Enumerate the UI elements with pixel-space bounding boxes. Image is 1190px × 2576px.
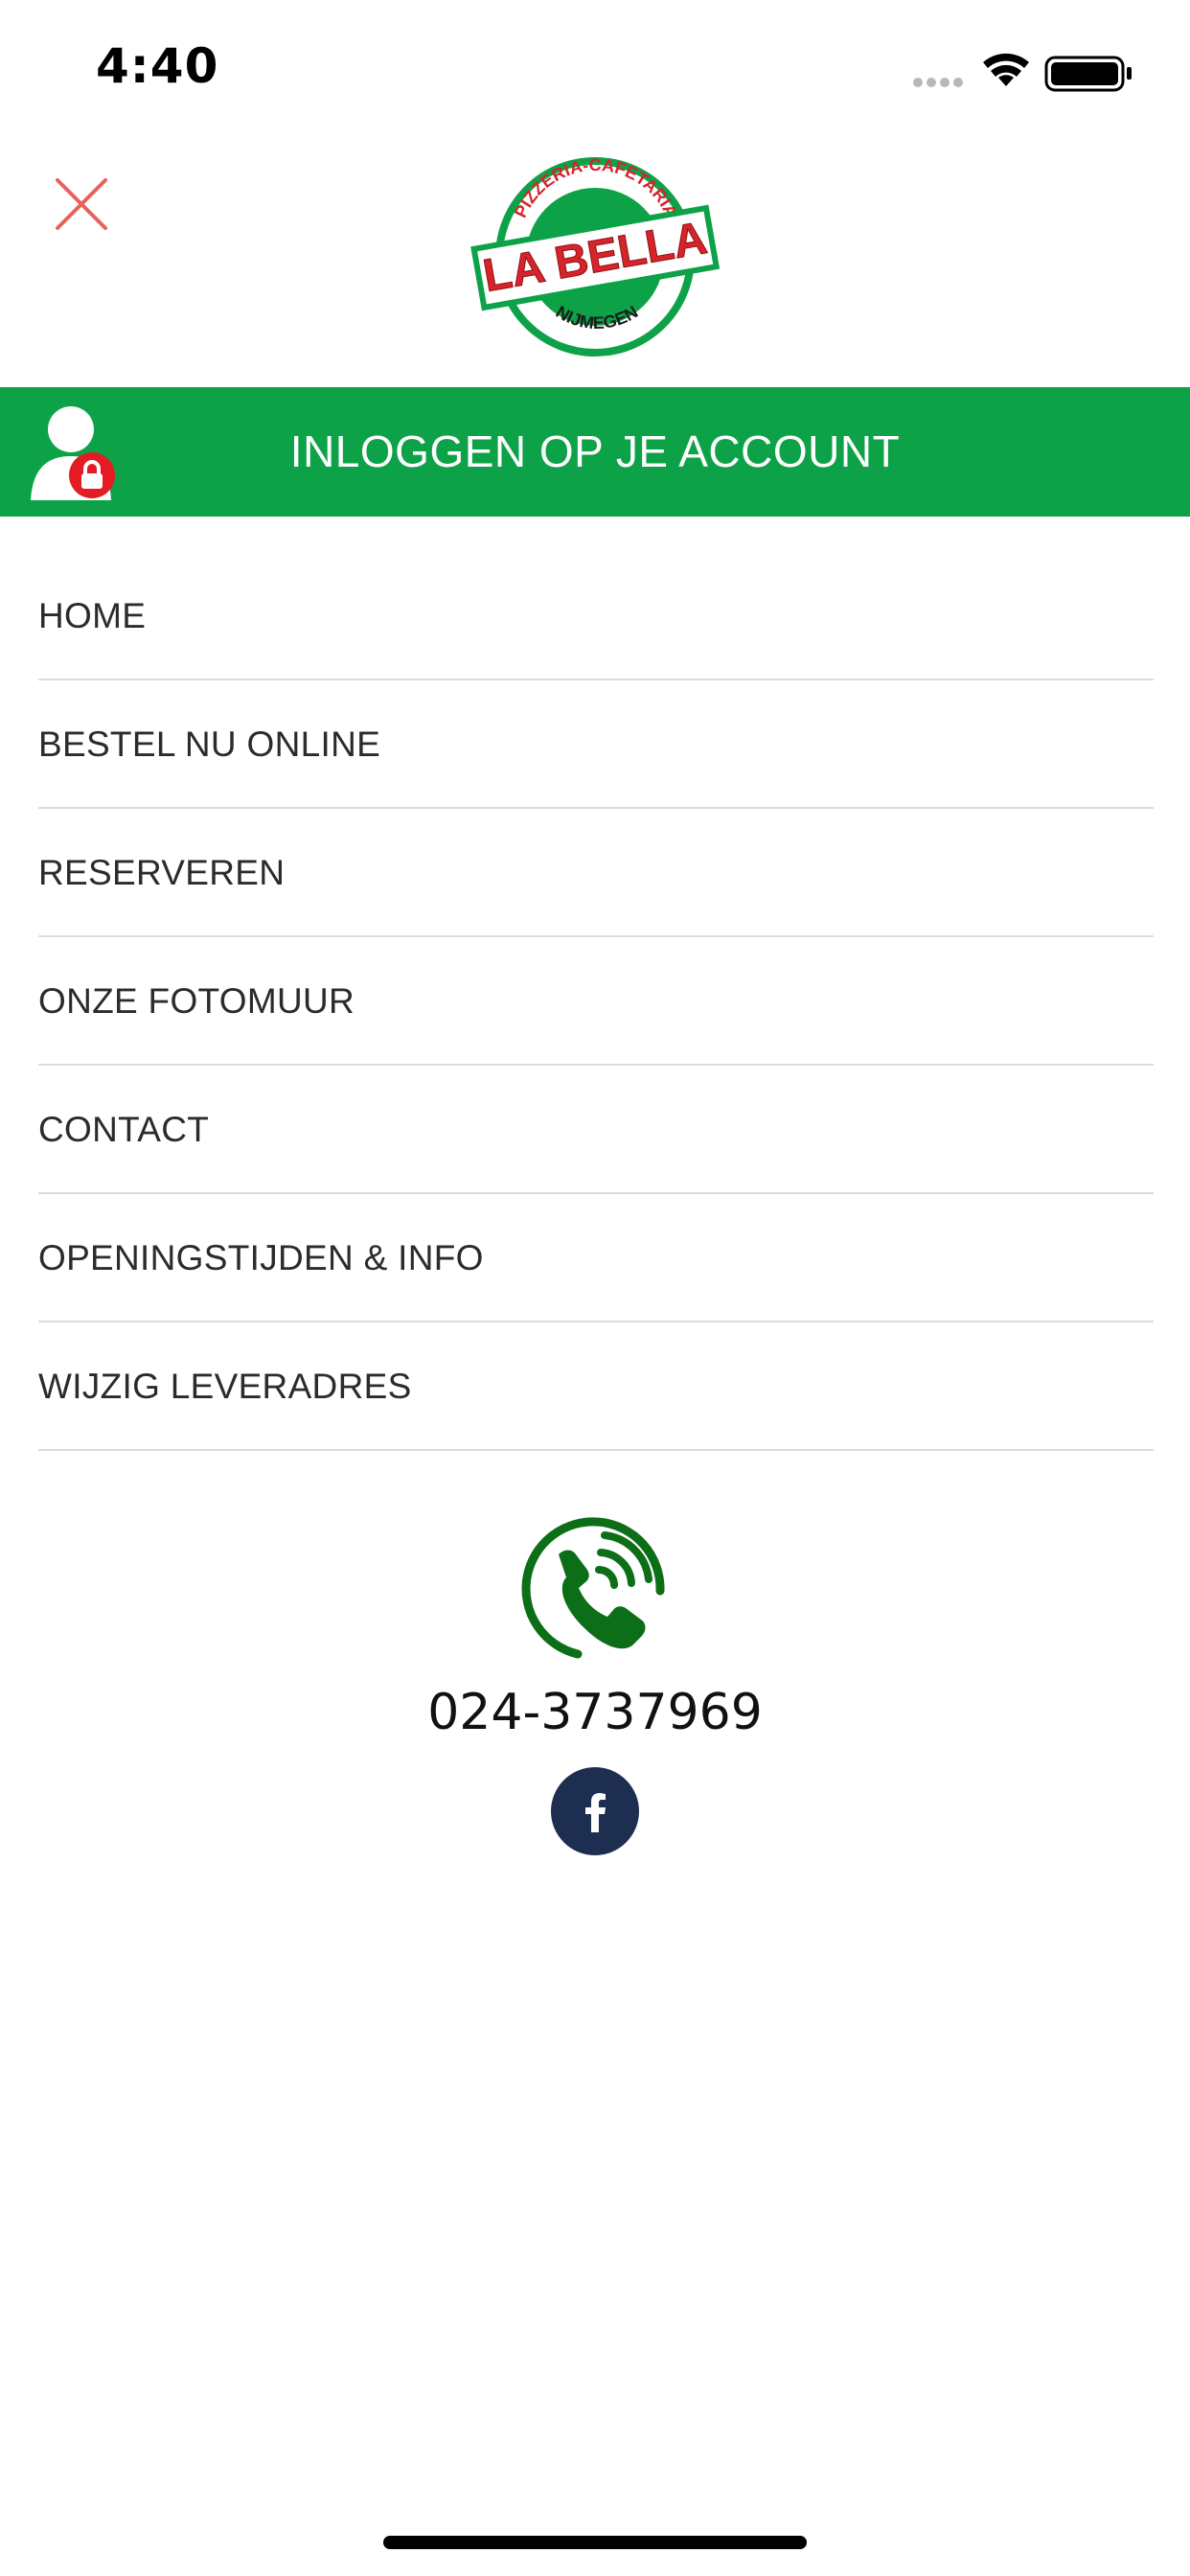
facebook-button[interactable] — [551, 1767, 639, 1855]
close-icon[interactable] — [52, 174, 111, 234]
status-time: 4:40 — [96, 38, 219, 94]
wifi-icon — [983, 53, 1029, 86]
menu-item-contact[interactable]: CONTACT — [38, 1066, 1154, 1194]
menu-item-photo-wall[interactable]: ONZE FOTOMUUR — [38, 937, 1154, 1066]
menu-item-home[interactable]: HOME — [38, 552, 1154, 680]
menu-item-reserve[interactable]: RESERVEREN — [38, 809, 1154, 937]
status-bar: 4:40 — [0, 0, 1190, 134]
la-bella-logo: PIZZERIA-CAFETARIA LA BELLA NIJMEGEN — [470, 155, 721, 356]
facebook-icon — [585, 1793, 606, 1832]
menu-item-order-online[interactable]: BESTEL NU ONLINE — [38, 680, 1154, 809]
login-banner[interactable]: INLOGGEN OP JE ACCOUNT — [0, 387, 1190, 517]
main-menu: HOME BESTEL NU ONLINE RESERVEREN ONZE FO… — [38, 552, 1154, 1451]
battery-icon — [1044, 56, 1132, 92]
phone-number[interactable]: 024-3737969 — [0, 1679, 1190, 1746]
menu-screen: 4:40 PIZZERIA-CAFETARIA LA BELLA NIJMEGE… — [0, 0, 1190, 2576]
status-icons — [913, 53, 1132, 92]
menu-item-change-address[interactable]: WIJZIG LEVERADRES — [38, 1322, 1154, 1451]
signal-dots-icon — [913, 78, 963, 87]
phone-ring-icon[interactable] — [520, 1514, 670, 1664]
menu-item-opening-hours[interactable]: OPENINGSTIJDEN & INFO — [38, 1194, 1154, 1322]
home-indicator[interactable] — [383, 2536, 807, 2549]
login-label: INLOGGEN OP JE ACCOUNT — [289, 426, 901, 476]
